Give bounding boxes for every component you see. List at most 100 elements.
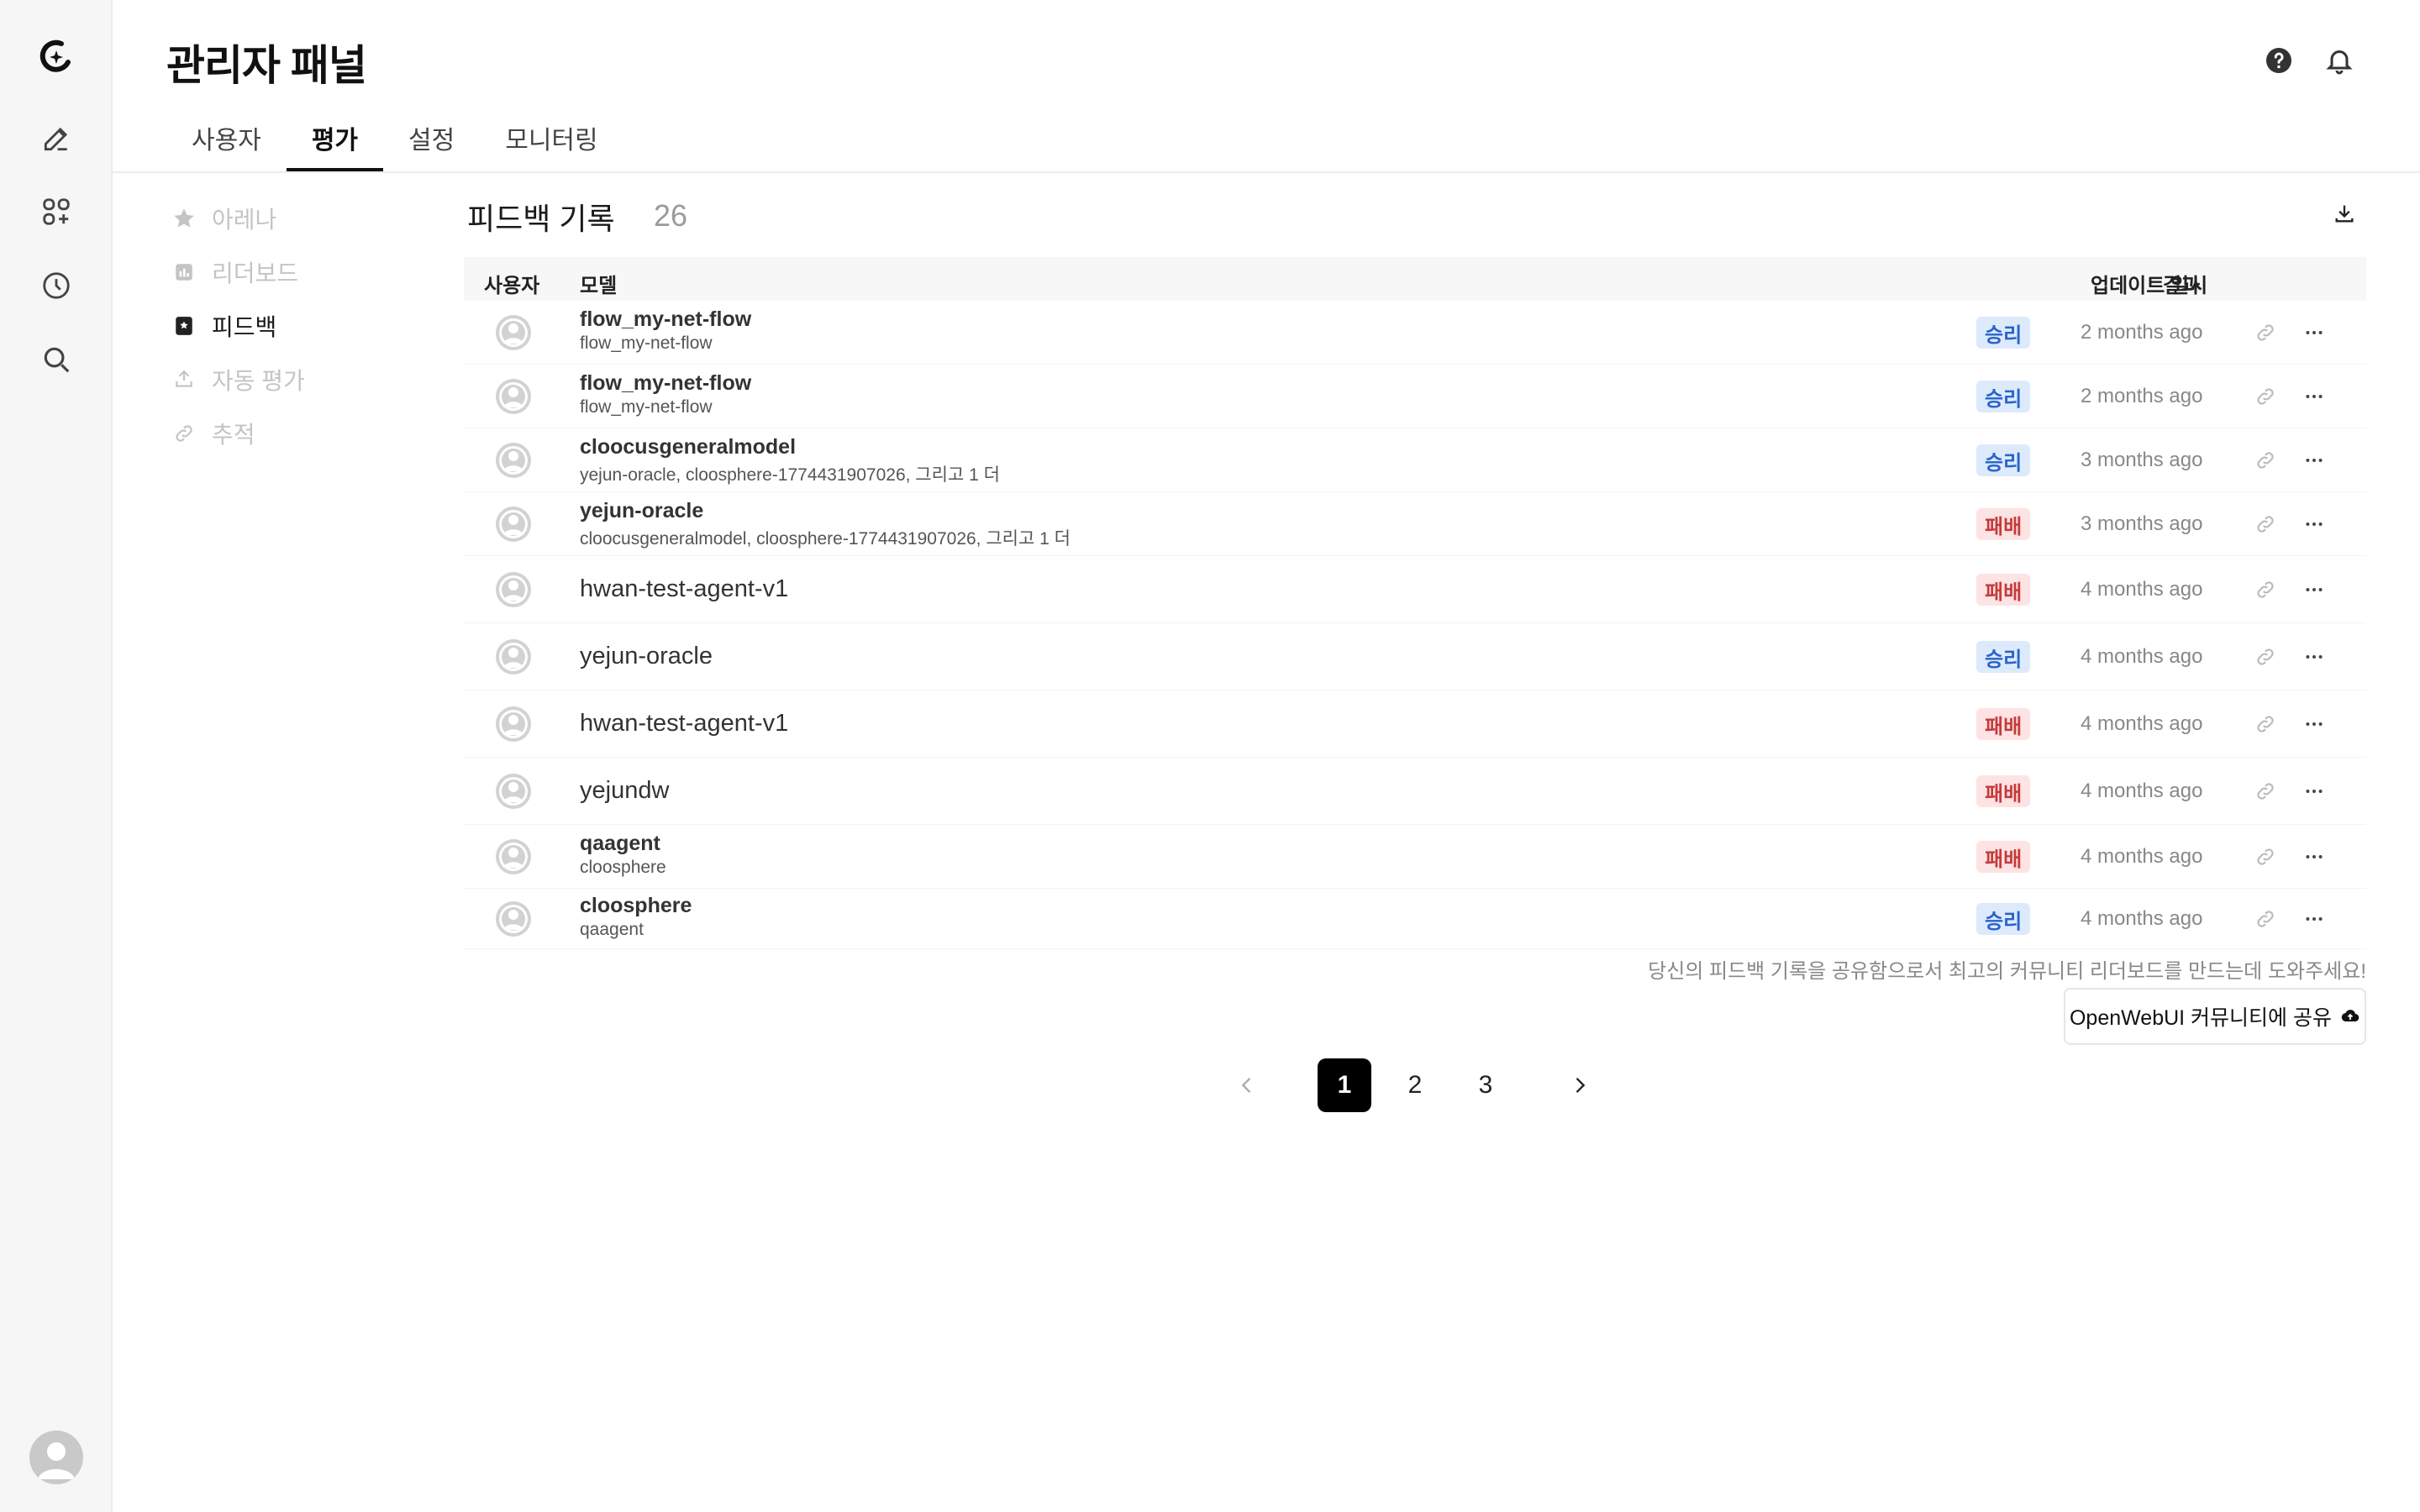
- leaderboard-icon: [171, 260, 197, 285]
- model-sibling: flow_my-net-flow: [580, 397, 713, 417]
- more-options-icon[interactable]: [2301, 383, 2328, 410]
- feedback-count: 26: [654, 198, 688, 233]
- avatar: [496, 639, 531, 675]
- table-row[interactable]: yejun-oracle 승리 4 months ago: [464, 623, 2366, 690]
- prev-page-icon[interactable]: [1232, 1070, 1262, 1100]
- tab-settings[interactable]: 설정: [383, 113, 480, 171]
- column-updated[interactable]: 업데이트 일시: [2091, 269, 2207, 298]
- more-options-icon[interactable]: [2301, 643, 2328, 670]
- result-badge: 승리: [1976, 381, 2031, 412]
- download-icon[interactable]: [2329, 198, 2360, 228]
- model-name: yejundw: [580, 777, 670, 804]
- link-icon[interactable]: [2252, 843, 2279, 870]
- updated-time: 4 months ago: [2081, 712, 2203, 735]
- avatar: [496, 706, 531, 742]
- table-row[interactable]: flow_my-net-flow flow_my-net-flow 승리 2 mont…: [464, 365, 2366, 428]
- more-options-icon[interactable]: [2301, 711, 2328, 738]
- avatar: [496, 572, 531, 607]
- share-button-label: OpenWebUI 커뮤니티에 공유: [2069, 1006, 2332, 1030]
- page-1[interactable]: 1: [1318, 1058, 1371, 1112]
- link-icon[interactable]: [2252, 319, 2279, 346]
- subnav-item-feedback[interactable]: 피드백: [171, 299, 305, 353]
- table-row[interactable]: cloosphere qaagent 승리 4 months ago: [464, 889, 2366, 949]
- edit-icon[interactable]: [36, 118, 76, 159]
- bell-icon[interactable]: [2321, 42, 2358, 79]
- result-badge: 패배: [1976, 708, 2031, 740]
- table-row[interactable]: hwan-test-agent-v1 패배 4 months ago: [464, 556, 2366, 623]
- result-badge: 승리: [1976, 641, 2031, 673]
- table-row[interactable]: yejundw 패배 4 months ago: [464, 758, 2366, 825]
- link-icon[interactable]: [2252, 643, 2279, 670]
- link-icon[interactable]: [2252, 511, 2279, 538]
- result-badge: 승리: [1976, 903, 2031, 935]
- more-options-icon[interactable]: [2301, 778, 2328, 805]
- result-badge: 패배: [1976, 841, 2031, 873]
- model-name: hwan-test-agent-v1: [580, 710, 789, 737]
- table-row[interactable]: cloocusgeneralmodel yejun-oracle, cloosph…: [464, 428, 2366, 492]
- link-icon: [171, 421, 197, 446]
- admin-tabs: 사용자 평가 설정 모니터링: [166, 113, 623, 171]
- link-icon[interactable]: [2252, 576, 2279, 603]
- icon-rail: [0, 0, 113, 1512]
- model-name: cloocusgeneralmodel: [580, 435, 797, 459]
- link-icon[interactable]: [2252, 778, 2279, 805]
- page-title: 관리자 패널: [166, 42, 367, 89]
- link-icon[interactable]: [2252, 383, 2279, 410]
- avatar: [496, 774, 531, 809]
- subnav-item-auto-eval[interactable]: 자동 평가: [171, 353, 305, 407]
- result-badge: 패배: [1976, 574, 2031, 606]
- model-name: cloosphere: [580, 894, 692, 917]
- history-icon[interactable]: [36, 265, 76, 306]
- model-name: flow_my-net-flow: [580, 371, 752, 395]
- result-badge: 패배: [1976, 508, 2031, 540]
- auto-eval-icon: [171, 367, 197, 392]
- subnav-label: 아레나: [212, 207, 277, 233]
- updated-time: 4 months ago: [2081, 845, 2203, 868]
- search-icon[interactable]: [36, 339, 76, 380]
- table-row[interactable]: qaagent cloosphere 패배 4 months ago: [464, 825, 2366, 889]
- subnav-item-tracking[interactable]: 추적: [171, 407, 305, 460]
- more-options-icon[interactable]: [2301, 576, 2328, 603]
- help-icon[interactable]: [2260, 42, 2297, 79]
- more-options-icon[interactable]: [2301, 447, 2328, 474]
- link-icon[interactable]: [2252, 711, 2279, 738]
- more-options-icon[interactable]: [2301, 906, 2328, 932]
- model-name: yejun-oracle: [580, 499, 704, 522]
- tab-users[interactable]: 사용자: [166, 113, 287, 171]
- table-row[interactable]: hwan-test-agent-v1 패배 4 months ago: [464, 690, 2366, 758]
- avatar: [496, 315, 531, 350]
- more-options-icon[interactable]: [2301, 319, 2328, 346]
- subnav-label: 피드백: [212, 314, 277, 340]
- updated-time: 4 months ago: [2081, 645, 2203, 668]
- logo-icon[interactable]: [36, 37, 76, 77]
- model-name: hwan-test-agent-v1: [580, 575, 789, 602]
- more-options-icon[interactable]: [2301, 511, 2328, 538]
- tab-monitoring[interactable]: 모니터링: [480, 113, 623, 171]
- page-2[interactable]: 2: [1388, 1058, 1442, 1112]
- link-icon[interactable]: [2252, 906, 2279, 932]
- cloud-upload-icon: [2340, 1006, 2360, 1026]
- share-community-button[interactable]: OpenWebUI 커뮤니티에 공유: [2064, 988, 2366, 1045]
- result-badge: 승리: [1976, 444, 2031, 476]
- tab-evaluation[interactable]: 평가: [286, 113, 384, 171]
- updated-time: 3 months ago: [2081, 512, 2203, 535]
- table-row[interactable]: yejun-oracle cloocusgeneralmodel, cloosph…: [464, 492, 2366, 556]
- avatar: [496, 507, 531, 542]
- feedback-table: 사용자 모델 결과 업데이트 일시 flow_my-net-flow flow_m…: [464, 257, 2366, 949]
- table-header: 사용자 모델 결과 업데이트 일시: [464, 257, 2366, 301]
- updated-time: 3 months ago: [2081, 449, 2203, 471]
- user-avatar[interactable]: [29, 1431, 83, 1484]
- avatar: [496, 379, 531, 414]
- apps-icon[interactable]: [36, 192, 76, 232]
- subnav-item-arena[interactable]: 아레나: [171, 192, 305, 245]
- table-body: flow_my-net-flow flow_my-net-flow 승리 2 mont…: [464, 301, 2366, 949]
- more-options-icon[interactable]: [2301, 843, 2328, 870]
- star-icon: [171, 206, 197, 231]
- column-model[interactable]: 모델: [580, 269, 617, 298]
- page-3[interactable]: 3: [1459, 1058, 1512, 1112]
- subnav-item-leaderboard[interactable]: 리더보드: [171, 245, 305, 299]
- link-icon[interactable]: [2252, 447, 2279, 474]
- table-row[interactable]: flow_my-net-flow flow_my-net-flow 승리 2 mont…: [464, 301, 2366, 365]
- next-page-icon[interactable]: [1565, 1070, 1595, 1100]
- column-user[interactable]: 사용자: [484, 269, 539, 298]
